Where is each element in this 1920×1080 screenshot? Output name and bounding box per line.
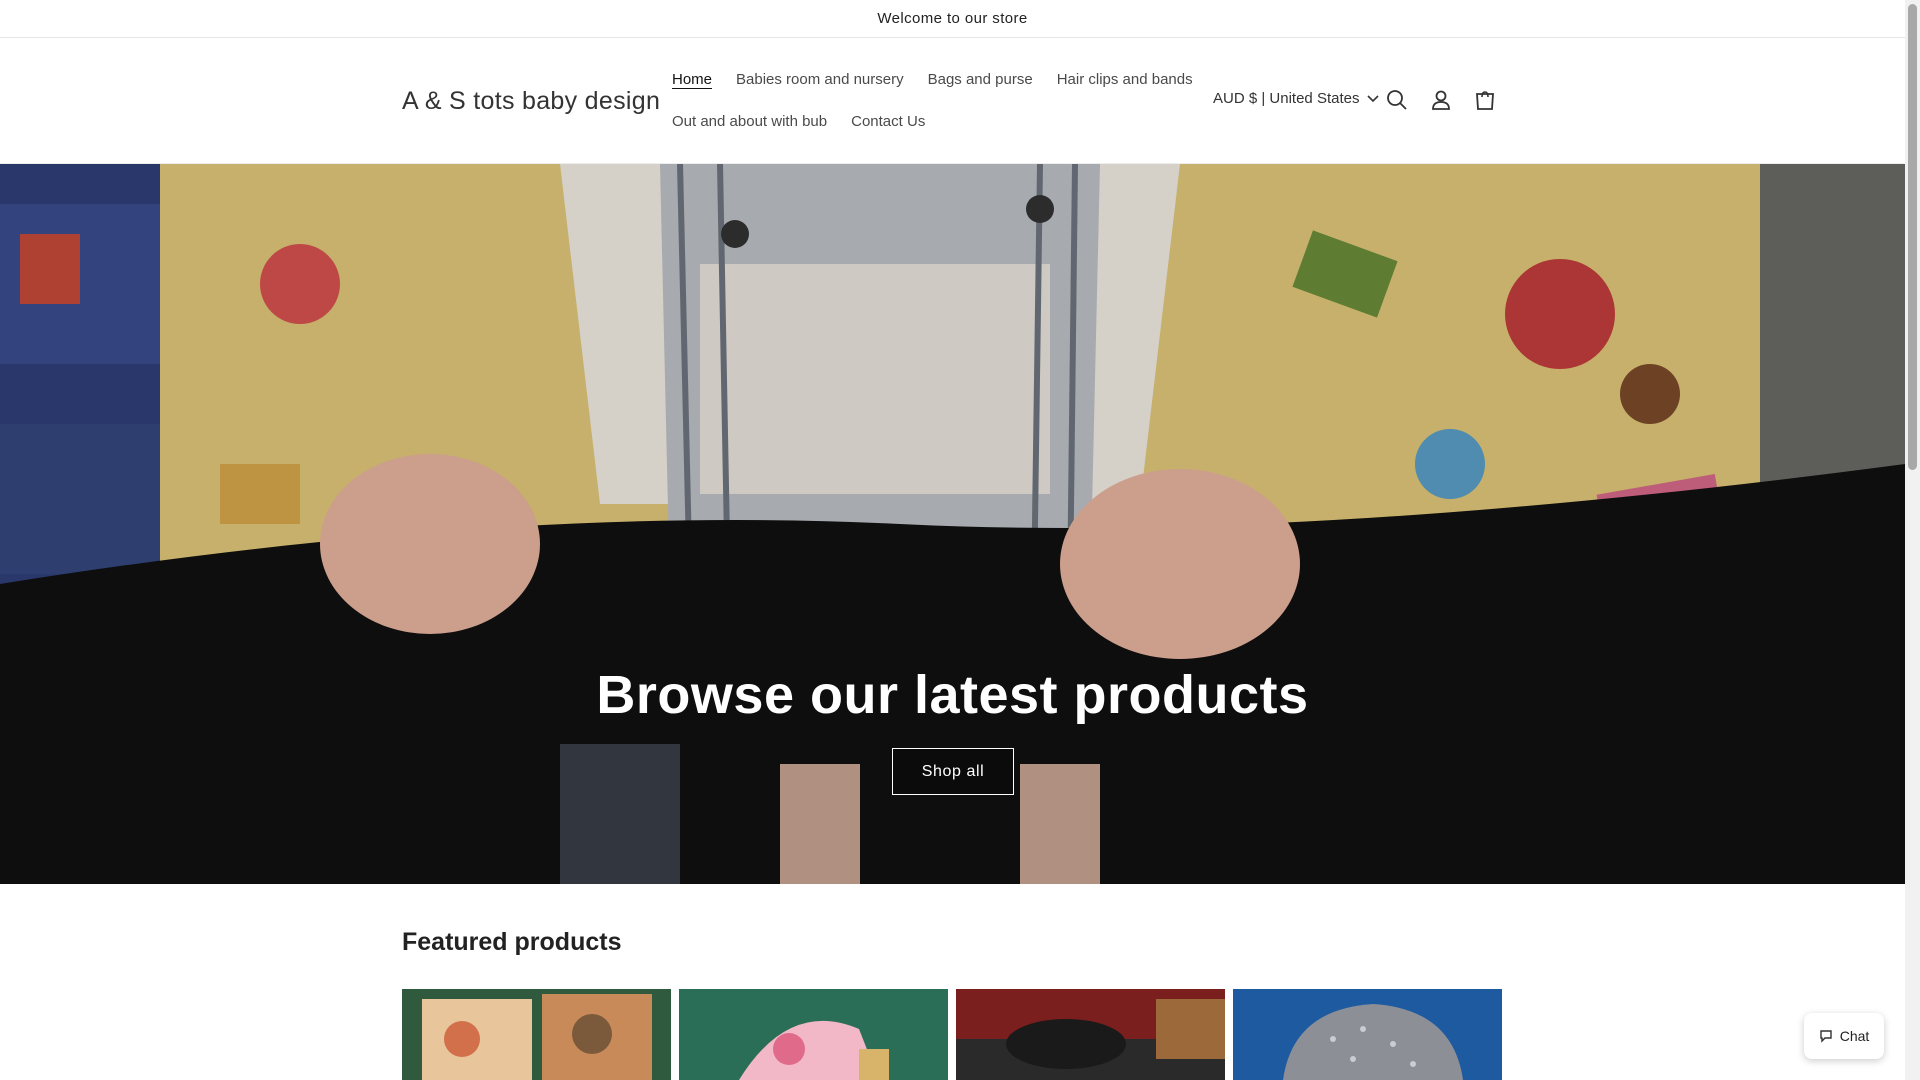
chat-bubble-icon xyxy=(1820,1030,1832,1043)
nav-hair-clips[interactable]: Hair clips and bands xyxy=(1045,59,1205,101)
featured-products-title: Featured products xyxy=(402,928,622,956)
hero-title: Browse our latest products xyxy=(596,665,1309,725)
announcement-text: Welcome to our store xyxy=(877,10,1028,27)
product-image xyxy=(1233,989,1502,1080)
announcement-bar: Welcome to our store xyxy=(0,0,1905,38)
chat-label: Chat xyxy=(1839,1028,1870,1044)
product-card[interactable] xyxy=(1233,989,1502,1080)
store-logo[interactable]: A & S tots baby design xyxy=(402,87,660,116)
chat-button[interactable]: Chat xyxy=(1804,1013,1884,1059)
product-card[interactable] xyxy=(956,989,1225,1080)
main-nav: Home Babies room and nursery Bags and pu… xyxy=(660,39,1220,143)
cart-icon[interactable] xyxy=(1470,85,1500,115)
search-icon[interactable] xyxy=(1382,85,1412,115)
product-image xyxy=(402,989,671,1080)
currency-label: AUD $ | United States xyxy=(1213,90,1360,107)
nav-out-and-about[interactable]: Out and about with bub xyxy=(660,101,839,143)
currency-selector[interactable]: AUD $ | United States xyxy=(1213,90,1380,107)
product-image xyxy=(956,989,1225,1080)
page-scrollbar[interactable] xyxy=(1905,0,1920,1080)
scrollbar-thumb[interactable] xyxy=(1908,4,1917,470)
hero-banner: Browse our latest products Shop all xyxy=(0,164,1905,884)
account-icon[interactable] xyxy=(1426,85,1456,115)
product-card[interactable] xyxy=(402,989,671,1080)
product-image xyxy=(679,989,948,1080)
nav-contact-us[interactable]: Contact Us xyxy=(839,101,937,143)
product-card[interactable] xyxy=(679,989,948,1080)
shop-all-button[interactable]: Shop all xyxy=(892,748,1014,795)
site-header: A & S tots baby design Home Babies room … xyxy=(0,39,1905,164)
chevron-down-icon xyxy=(1367,94,1380,102)
nav-bags-purse[interactable]: Bags and purse xyxy=(916,59,1045,101)
nav-home[interactable]: Home xyxy=(660,59,724,101)
featured-products-grid xyxy=(402,989,1502,1080)
nav-babies-room[interactable]: Babies room and nursery xyxy=(724,59,916,101)
